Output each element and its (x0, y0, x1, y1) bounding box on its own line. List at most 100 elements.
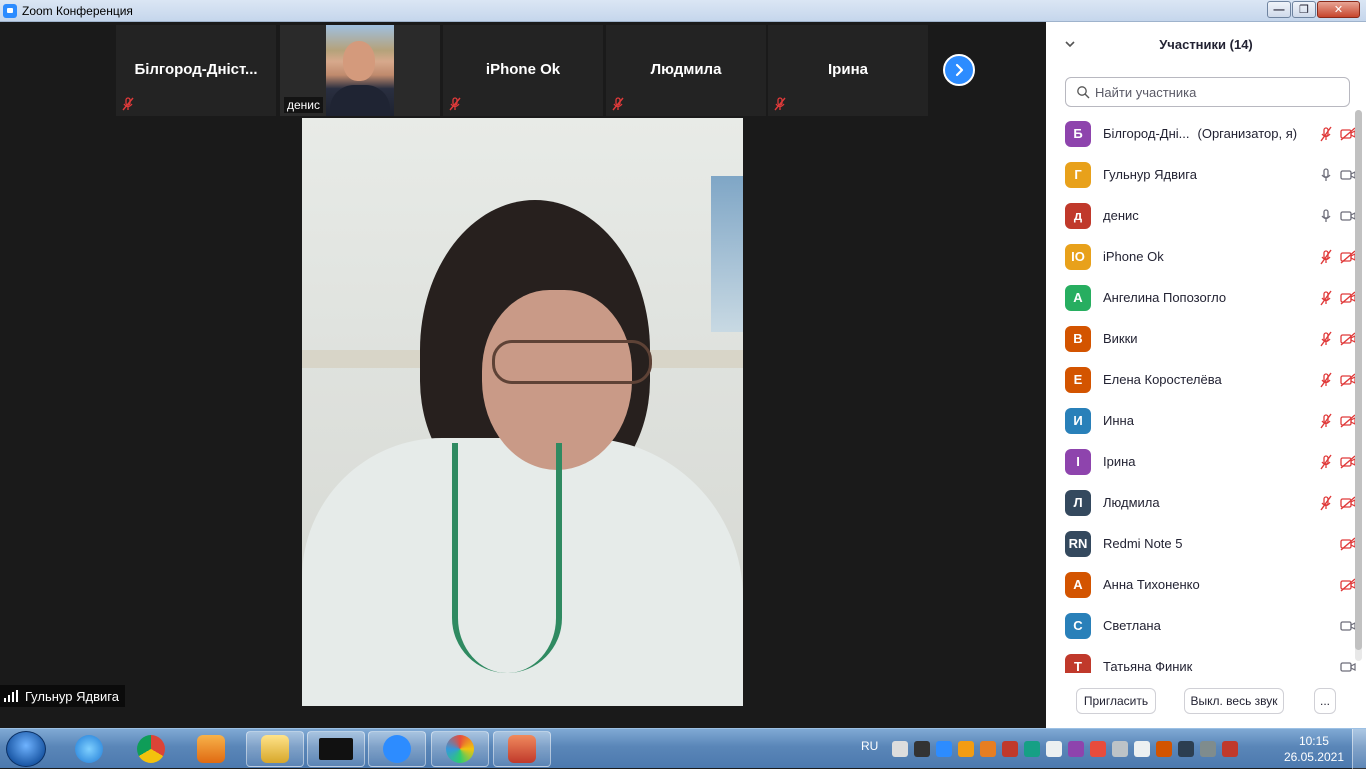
thumbnail-video[interactable]: iPhone Ok (443, 25, 603, 116)
participant-row[interactable]: А Анна Тихоненко (1046, 564, 1356, 605)
clock[interactable]: 10:15 26.05.2021 (1284, 733, 1344, 765)
participant-row[interactable]: RN Redmi Note 5 (1046, 523, 1356, 564)
chevron-down-icon[interactable] (1064, 38, 1076, 50)
zoom-taskbar-button[interactable] (368, 731, 426, 767)
tray-app-icon[interactable] (1200, 741, 1216, 757)
participant-name: Викки (1103, 331, 1138, 346)
tray-app-icon[interactable] (892, 741, 908, 757)
participant-name: Redmi Note 5 (1103, 536, 1183, 551)
close-icon: ✕ (1333, 4, 1344, 16)
powerpoint-taskbar-button[interactable] (493, 731, 551, 767)
camera-off-icon (1340, 126, 1356, 142)
volume-icon[interactable] (1134, 741, 1150, 757)
avatar: Т (1065, 653, 1091, 673)
avatar: Е (1065, 366, 1091, 393)
start-button[interactable] (6, 731, 46, 767)
asus-taskbar-button[interactable] (307, 731, 365, 767)
paint-taskbar-button[interactable] (431, 731, 489, 767)
muted-mic-icon (1318, 495, 1334, 511)
thumbnail-video[interactable]: Людмила (606, 25, 766, 116)
participant-row[interactable]: І Ірина (1046, 441, 1356, 482)
tray-app-icon[interactable] (1002, 741, 1018, 757)
participant-row[interactable]: А Ангелина Попозогло (1046, 277, 1356, 318)
avatar: А (1065, 284, 1091, 311)
thumbnail-name: Ірина (828, 61, 868, 78)
search-icon (1077, 86, 1090, 99)
camera-off-icon (1340, 577, 1356, 593)
chrome-taskbar-button[interactable] (122, 731, 180, 767)
network-icon[interactable] (1112, 741, 1128, 757)
next-page-button[interactable] (943, 54, 975, 86)
participant-photo (326, 25, 394, 116)
thumbnail-video[interactable]: денис (280, 25, 440, 116)
tray-icons (892, 741, 1244, 757)
zoom-tray-icon[interactable] (936, 741, 952, 757)
tray-app-icon[interactable] (1178, 741, 1194, 757)
muted-mic-icon (449, 97, 461, 111)
participant-row[interactable]: И Инна (1046, 400, 1356, 441)
restore-button[interactable]: ❐ (1292, 1, 1316, 18)
explorer-taskbar-button[interactable] (246, 731, 304, 767)
invite-button[interactable]: Пригласить (1076, 688, 1156, 714)
participant-row[interactable]: Б Білгород-Дні... (Организатор, я) (1046, 113, 1356, 154)
muted-mic-icon (1318, 413, 1334, 429)
panel-title: Участники (14) (1159, 37, 1253, 52)
more-button[interactable]: ... (1314, 688, 1336, 714)
participant-row[interactable]: Е Елена Коростелёва (1046, 359, 1356, 400)
participant-row[interactable]: Г Гульнур Ядвига (1046, 154, 1356, 195)
participant-row[interactable]: Т Татьяна Финик (1046, 646, 1356, 673)
search-input[interactable] (1095, 84, 1349, 100)
clock-time: 10:15 (1298, 734, 1329, 748)
participant-name: Людмила (1103, 495, 1160, 510)
signal-icon[interactable] (1046, 741, 1062, 757)
ie-taskbar-button[interactable] (60, 731, 118, 767)
avatar: Г (1065, 161, 1091, 188)
mute-all-button[interactable]: Выкл. весь звук (1184, 688, 1284, 714)
explorer-icon (261, 735, 289, 763)
paint-icon (446, 735, 474, 763)
camera-icon (1340, 618, 1356, 634)
participant-row[interactable]: Л Людмила (1046, 482, 1356, 523)
tray-app-icon[interactable] (914, 741, 930, 757)
acrobat-icon[interactable] (1222, 741, 1238, 757)
participant-row[interactable]: С Светлана (1046, 605, 1356, 646)
onenote-icon[interactable] (1068, 741, 1084, 757)
tray-app-icon[interactable] (958, 741, 974, 757)
avatar: И (1065, 407, 1091, 434)
participant-row[interactable]: д денис (1046, 195, 1356, 236)
minimize-button[interactable]: — (1267, 1, 1291, 18)
thumbnail-video[interactable]: Білгород-Дніст... (116, 25, 276, 116)
mic-icon (1318, 208, 1334, 224)
powerpoint-icon (508, 735, 536, 763)
language-indicator[interactable]: RU (861, 739, 878, 753)
search-field[interactable] (1065, 77, 1350, 107)
active-speaker-name: Гульнур Ядвига (25, 688, 119, 704)
thumbnail-video[interactable]: Ірина (768, 25, 928, 116)
thumbnail-name: Білгород-Дніст... (134, 61, 258, 78)
window-controls: — ❐ ✕ (1266, 1, 1360, 18)
avatar: В (1065, 325, 1091, 352)
camera-off-icon (1340, 495, 1356, 511)
participant-row[interactable]: IO iPhone Ok (1046, 236, 1356, 277)
tray-app-icon[interactable] (980, 741, 996, 757)
muted-mic-icon (1318, 331, 1334, 347)
thumbnail-name: денис (284, 97, 324, 113)
participant-name: Ангелина Попозогло (1103, 290, 1227, 305)
restore-icon: ❐ (1299, 4, 1309, 16)
thumbnail-name: iPhone Ok (485, 61, 561, 78)
camera-icon (1340, 208, 1356, 224)
show-desktop-button[interactable] (1352, 729, 1366, 769)
participants-panel: Участники (14) Б Білгород-Дні... (Организа… (1046, 22, 1366, 728)
speaker-icon[interactable] (1156, 741, 1172, 757)
participant-list-scrollbar[interactable] (1355, 110, 1362, 661)
avatar: RN (1065, 530, 1091, 557)
close-button[interactable]: ✕ (1317, 1, 1360, 18)
muted-mic-icon (774, 97, 786, 111)
tray-app-icon[interactable] (1024, 741, 1040, 757)
participant-role: (Организатор, я) (1197, 126, 1298, 141)
media-player-taskbar-button[interactable] (182, 731, 240, 767)
avatar: І (1065, 448, 1091, 475)
participant-row[interactable]: В Викки (1046, 318, 1356, 359)
active-speaker-label: Гульнур Ядвига (0, 685, 125, 707)
tray-app-icon[interactable] (1090, 741, 1106, 757)
